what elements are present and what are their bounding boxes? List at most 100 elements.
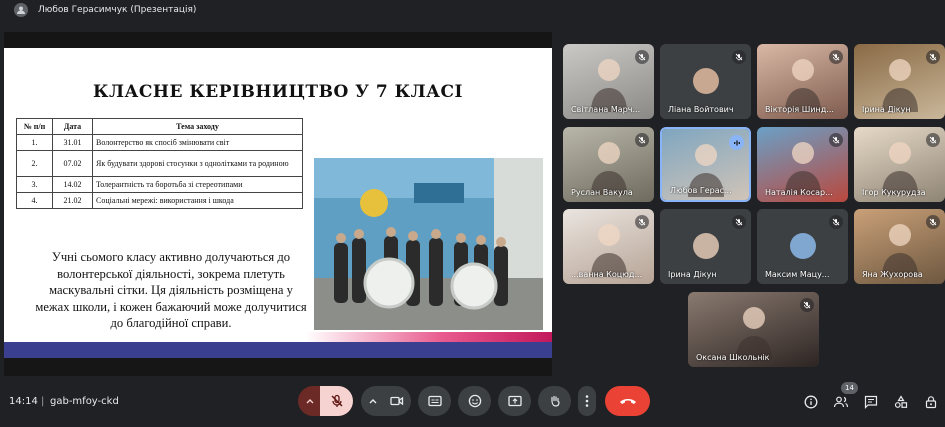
mic-toggle-button[interactable] bbox=[320, 386, 353, 416]
people-button[interactable] bbox=[831, 392, 851, 412]
leave-call-button[interactable] bbox=[605, 386, 650, 416]
participant-name: Яна Жухорова bbox=[862, 270, 923, 279]
table-cell: 31.01 bbox=[52, 134, 93, 151]
participant-tile[interactable]: Наталія Косар... bbox=[757, 127, 848, 202]
participant-silhouette bbox=[590, 59, 627, 112]
captions-icon bbox=[427, 395, 442, 407]
camera-toggle-button[interactable] bbox=[383, 386, 411, 416]
table-cell: 1. bbox=[16, 134, 53, 151]
mic-off-icon bbox=[331, 394, 342, 407]
people-icon bbox=[833, 396, 849, 408]
slide-top-strip bbox=[4, 32, 552, 48]
emoji-icon bbox=[468, 394, 481, 408]
participant-tile[interactable]: Вікторія Шинд... bbox=[757, 44, 848, 119]
table-row: 3. 14.02 Толерантність та боротьба зі ст… bbox=[16, 176, 303, 193]
participant-silhouette bbox=[590, 142, 627, 195]
speaking-indicator-icon bbox=[729, 135, 744, 150]
meeting-time: 14:14 bbox=[9, 396, 38, 407]
participant-tile[interactable]: Світлана Марч... bbox=[563, 44, 654, 119]
end-call-icon bbox=[619, 399, 636, 404]
slide-title: КЛАСНЕ КЕРІВНИЦТВО У 7 КЛАСІ bbox=[93, 82, 463, 102]
participant-silhouette bbox=[881, 59, 918, 112]
slide-ribbon-pink bbox=[4, 332, 552, 342]
lock-person-icon bbox=[925, 396, 937, 409]
participant-name: Ірина Дікун bbox=[862, 105, 911, 114]
present-icon bbox=[507, 395, 522, 407]
info-icon bbox=[804, 395, 818, 409]
mic-off-icon bbox=[635, 133, 649, 147]
participant-silhouette bbox=[735, 307, 772, 360]
participant-tile[interactable]: Максим Мацу... bbox=[757, 209, 848, 284]
mic-off-icon bbox=[732, 50, 746, 64]
table-row: 1. 31.01 Волонтерство як спосіб змінюват… bbox=[16, 134, 303, 151]
slide-bottom-strip bbox=[4, 358, 552, 376]
meeting-code: gab-mfoy-ckd bbox=[50, 396, 119, 407]
table-cell: Соціальні мережі: використання і шкода bbox=[92, 192, 303, 209]
class-photo bbox=[314, 158, 543, 330]
activities-icon bbox=[894, 395, 908, 408]
table-cell: 07.02 bbox=[52, 150, 93, 177]
reactions-button[interactable] bbox=[458, 386, 491, 416]
slide-ribbon-blue bbox=[4, 342, 552, 358]
mic-off-icon bbox=[800, 298, 814, 312]
participant-avatar bbox=[789, 233, 816, 259]
participant-name: Любов Герас... bbox=[670, 186, 732, 195]
chat-icon bbox=[864, 395, 878, 409]
participant-tile[interactable]: Руслан Вакула bbox=[563, 127, 654, 202]
table-header: Дата bbox=[52, 118, 93, 135]
mic-off-icon bbox=[926, 50, 940, 64]
participant-tile[interactable]: Ірина Дікун bbox=[660, 209, 751, 284]
participant-silhouette bbox=[881, 224, 918, 277]
host-controls-button[interactable] bbox=[921, 392, 941, 412]
participant-tile[interactable]: ...ванна Коцюд... bbox=[563, 209, 654, 284]
participant-name: Наталія Косар... bbox=[765, 188, 833, 197]
captions-button[interactable] bbox=[418, 386, 451, 416]
chat-button[interactable] bbox=[861, 392, 881, 412]
participant-name: Руслан Вакула bbox=[571, 188, 633, 197]
activities-button[interactable] bbox=[891, 392, 911, 412]
table-cell: 14.02 bbox=[52, 176, 93, 193]
participant-tile[interactable]: Ірина Дікун bbox=[854, 44, 945, 119]
mic-off-icon bbox=[829, 215, 843, 229]
participant-name: Ірина Дікун bbox=[668, 270, 717, 279]
separator: | bbox=[41, 396, 45, 407]
chevron-up-icon bbox=[369, 399, 377, 404]
mic-off-icon bbox=[829, 50, 843, 64]
participant-tile[interactable]: Оксана Школьнік bbox=[688, 292, 819, 367]
mic-off-icon bbox=[635, 215, 649, 229]
audio-options-button[interactable] bbox=[298, 386, 322, 416]
table-row: 4. 21.02 Соціальні мережі: використання … bbox=[16, 192, 303, 209]
participant-tile[interactable]: Ліана Войтович bbox=[660, 44, 751, 119]
table-cell: 3. bbox=[16, 176, 53, 193]
presenter-bar: Любов Герасимчук (Презентація) bbox=[0, 0, 945, 20]
participant-silhouette bbox=[784, 59, 821, 112]
participant-name: Світлана Марч... bbox=[571, 105, 641, 114]
participant-tile[interactable]: Любов Герас... bbox=[660, 127, 751, 202]
video-options-button[interactable] bbox=[361, 386, 385, 416]
table-cell: 2. bbox=[16, 150, 53, 177]
raise-hand-button[interactable] bbox=[538, 386, 571, 416]
table-cell: 4. bbox=[16, 192, 53, 209]
camera-icon bbox=[390, 396, 404, 406]
participant-tile[interactable]: Ігор Кукурудза bbox=[854, 127, 945, 202]
table-row: 2. 07.02 Як будувати здорові стосунки з … bbox=[16, 150, 303, 177]
participant-name: Вікторія Шинд... bbox=[765, 105, 834, 114]
participant-avatar bbox=[692, 68, 719, 94]
slide-body-text: Учні сьомого класу активно долучаються д… bbox=[35, 250, 307, 330]
presentation-slide: КЛАСНЕ КЕРІВНИЦТВО У 7 КЛАСІ № п/п Дата … bbox=[4, 32, 552, 376]
meeting-details-button[interactable] bbox=[801, 392, 821, 412]
mic-off-icon bbox=[732, 215, 746, 229]
mic-off-icon bbox=[926, 133, 940, 147]
more-options-button[interactable] bbox=[578, 386, 596, 416]
table-cell: Толерантність та боротьба зі стереотипам… bbox=[92, 176, 303, 193]
participant-name: ...ванна Коцюд... bbox=[571, 270, 643, 279]
participant-tile[interactable]: Яна Жухорова bbox=[854, 209, 945, 284]
chevron-up-icon bbox=[306, 399, 314, 404]
more-vert-icon bbox=[585, 395, 589, 407]
hand-icon bbox=[550, 395, 560, 407]
table-cell: 21.02 bbox=[52, 192, 93, 209]
present-screen-button[interactable] bbox=[498, 386, 531, 416]
table-header: Тема заходу bbox=[92, 118, 303, 135]
control-bar: 14:14 | gab-mfoy-ckd 14 bbox=[0, 382, 945, 427]
table-cell: Волонтерство як спосіб змінювати світ bbox=[92, 134, 303, 151]
